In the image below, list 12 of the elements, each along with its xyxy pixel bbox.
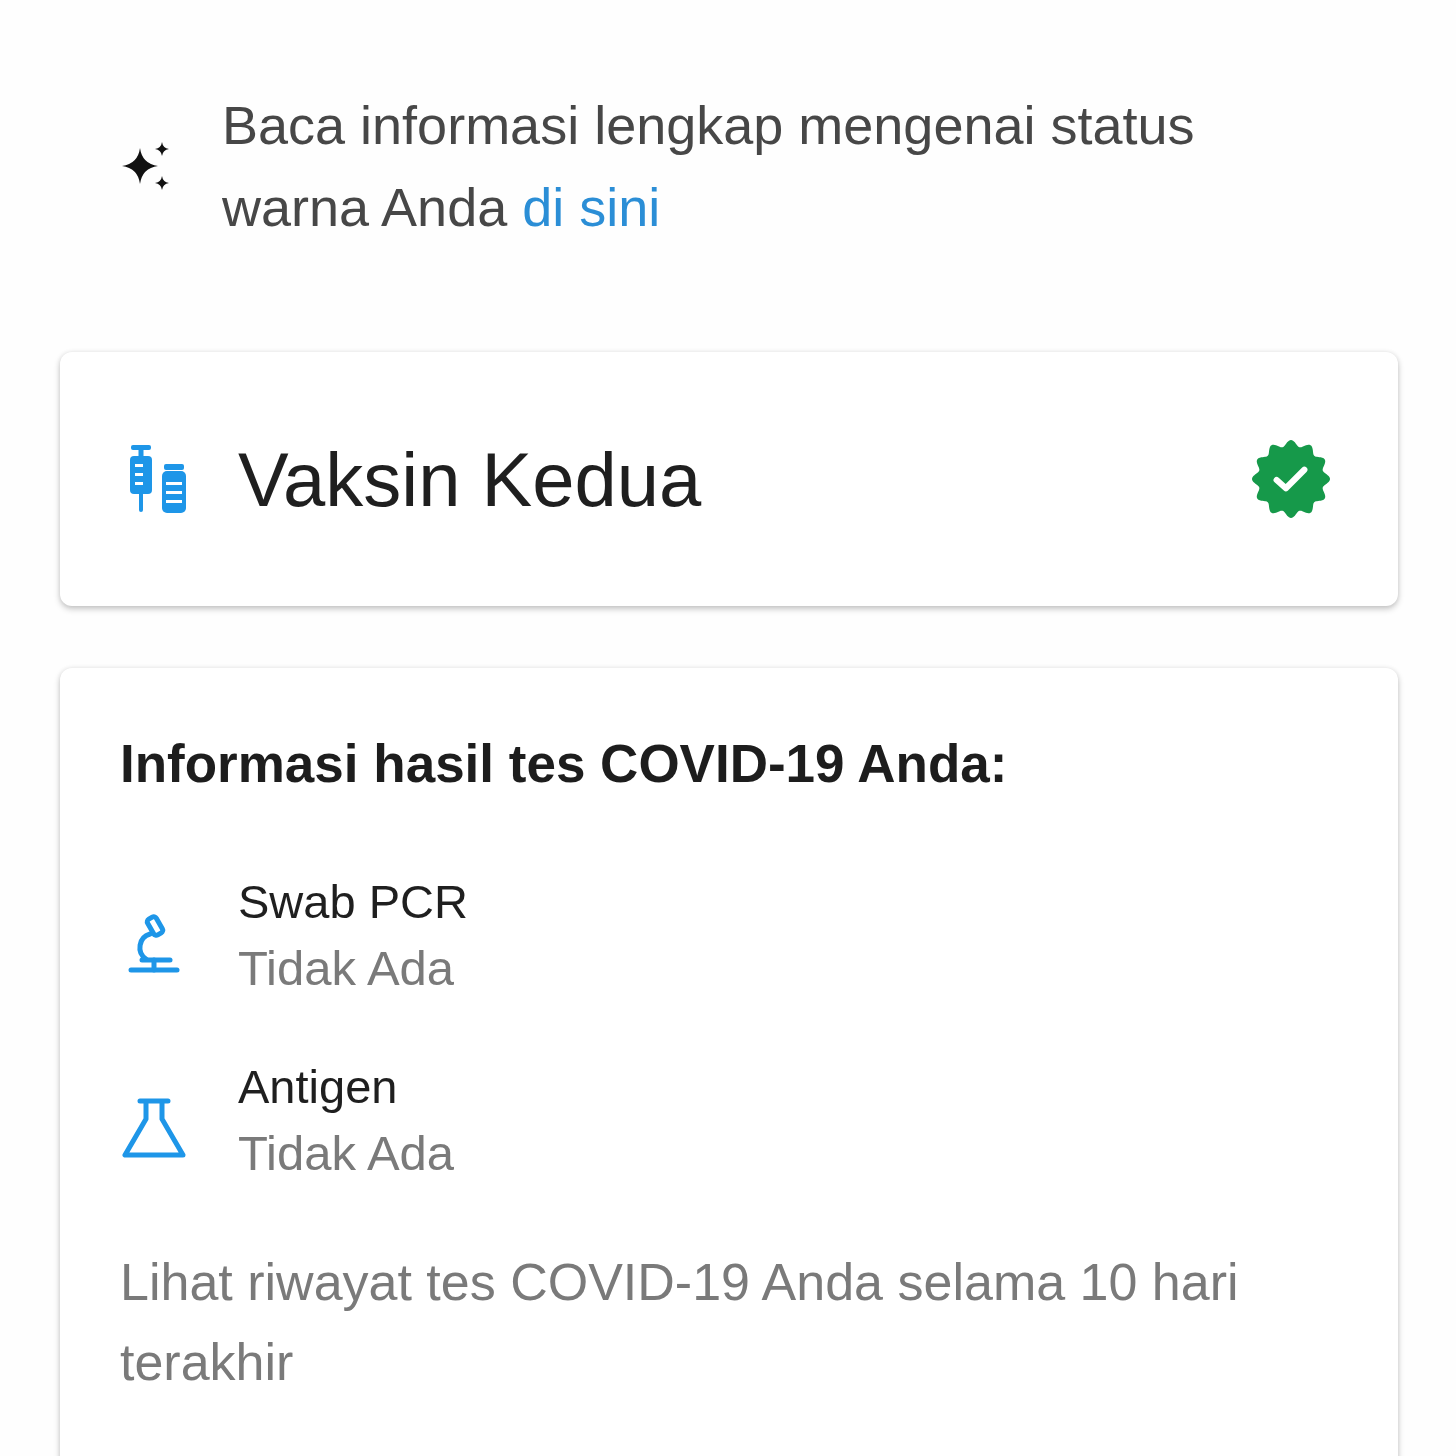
test-name: Swab PCR (238, 874, 468, 930)
test-result: Tidak Ada (238, 940, 455, 997)
test-name: Antigen (238, 1059, 398, 1115)
test-results-heading: Informasi hasil tes COVID-19 Anda: (120, 733, 1009, 795)
sparkle-icon (122, 142, 170, 190)
flask-icon (120, 1097, 188, 1159)
info-link[interactable]: di sini (522, 177, 661, 237)
history-text: Lihat riwayat tes COVID-19 Anda selama 10 hari terakhir (120, 1252, 1240, 1393)
test-result: Tidak Ada (238, 1125, 455, 1182)
info-text: Baca informasi lengkap mengenai status warna Anda di sini (222, 94, 1196, 239)
vaccine-title: Vaksin Kedua (238, 435, 703, 523)
microscope-icon (128, 912, 180, 974)
